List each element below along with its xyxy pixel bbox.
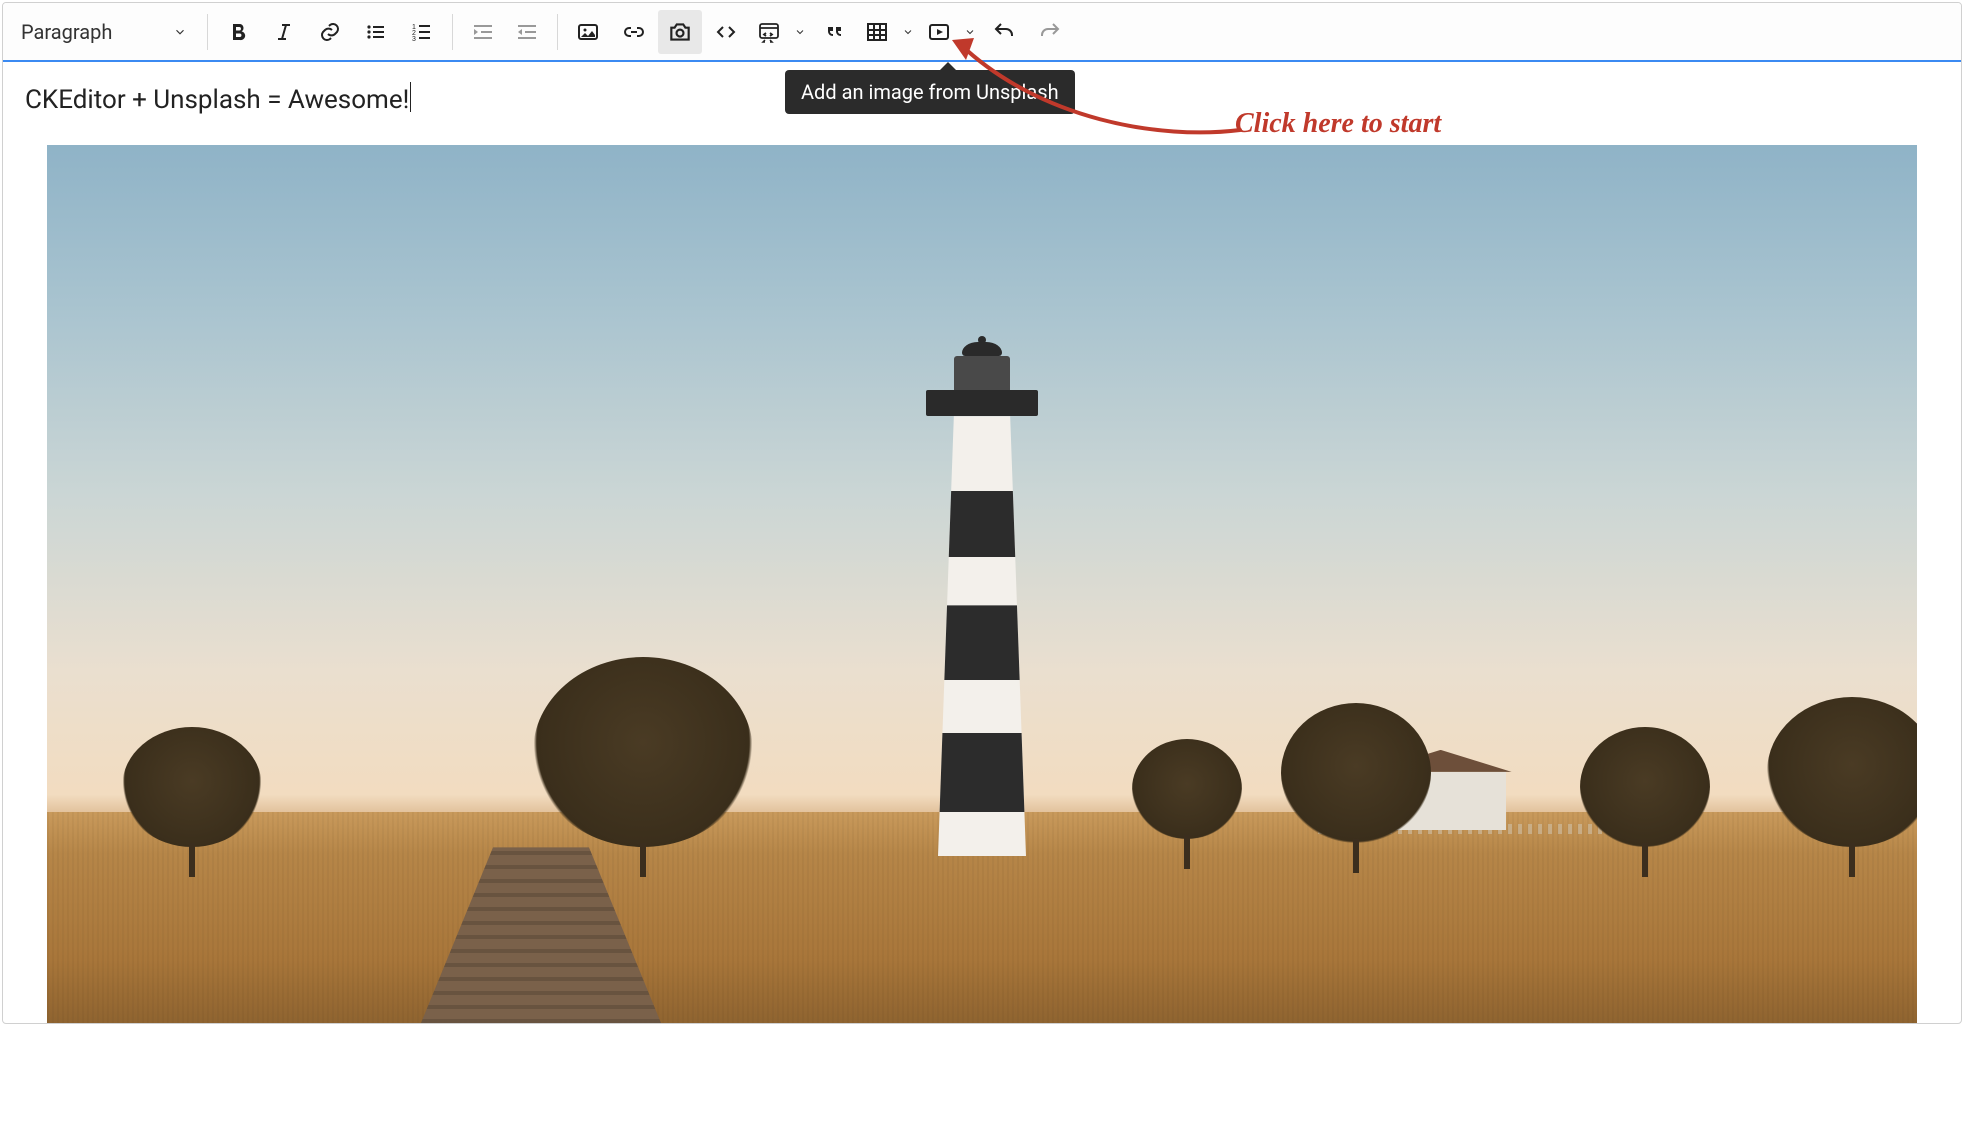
annotation-text: Click here to start: [1235, 108, 1441, 140]
decrease-indent-button[interactable]: [505, 10, 549, 54]
text-caret: [410, 82, 411, 112]
chevron-down-icon: [794, 26, 806, 38]
redo-icon: [1038, 20, 1062, 44]
image-tree: [122, 727, 262, 847]
code-angle-icon: [714, 20, 738, 44]
numbered-list-button[interactable]: 123: [400, 10, 444, 54]
image-icon: [576, 20, 600, 44]
insert-table-dropdown[interactable]: [898, 10, 918, 54]
italic-button[interactable]: [262, 10, 306, 54]
italic-icon: [272, 20, 296, 44]
undo-button[interactable]: [982, 10, 1026, 54]
tooltip-text: Add an image from Unsplash: [785, 70, 1075, 114]
chevron-down-icon: [902, 26, 914, 38]
image-tree: [1281, 703, 1431, 843]
bulleted-list-button[interactable]: [354, 10, 398, 54]
bold-button[interactable]: [216, 10, 260, 54]
increase-indent-button[interactable]: [461, 10, 505, 54]
image-tree: [1767, 697, 1917, 847]
blockquote-button[interactable]: [812, 10, 856, 54]
numbered-list-icon: 123: [410, 20, 434, 44]
content-line[interactable]: CKEditor + Unsplash = Awesome!: [25, 85, 409, 115]
svg-text:3: 3: [412, 36, 416, 43]
indent-decrease-icon: [515, 20, 539, 44]
code-block-icon: [757, 20, 781, 44]
editor-frame: Paragraph 123: [2, 2, 1962, 1024]
image-tree: [1580, 727, 1710, 847]
link-button[interactable]: [308, 10, 352, 54]
image-tree: [533, 657, 753, 847]
tooltip: Add an image from Unsplash: [785, 70, 1075, 114]
bulleted-list-icon: [364, 20, 388, 44]
insert-table-button[interactable]: [858, 10, 896, 54]
code-block-button[interactable]: [750, 10, 788, 54]
editor-content[interactable]: CKEditor + Unsplash = Awesome!: [3, 60, 1961, 1023]
link-icon: [318, 20, 342, 44]
html-embed-button[interactable]: [704, 10, 748, 54]
unsplash-image-button[interactable]: [658, 10, 702, 54]
toolbar: Paragraph 123: [3, 3, 1961, 61]
indent-increase-icon: [471, 20, 495, 44]
chevron-down-icon: [173, 20, 187, 44]
camera-icon: [667, 19, 693, 45]
media-icon: [927, 20, 951, 44]
redo-button[interactable]: [1028, 10, 1072, 54]
block-style-label: Paragraph: [21, 20, 112, 44]
code-block-dropdown[interactable]: [790, 10, 810, 54]
toolbar-separator: [557, 14, 558, 50]
bold-icon: [226, 20, 250, 44]
image-tree: [1132, 739, 1242, 839]
image-lighthouse: [938, 336, 1026, 856]
quote-icon: [822, 20, 846, 44]
chain-link-icon: [622, 20, 646, 44]
insert-media-button[interactable]: [920, 10, 958, 54]
table-icon: [865, 20, 889, 44]
insert-image-button[interactable]: [566, 10, 610, 54]
chevron-down-icon: [964, 26, 976, 38]
block-style-dropdown[interactable]: Paragraph: [9, 12, 199, 52]
insert-link-inline-button[interactable]: [612, 10, 656, 54]
undo-icon: [992, 20, 1016, 44]
insert-media-dropdown[interactable]: [960, 10, 980, 54]
toolbar-separator: [452, 14, 453, 50]
inserted-image[interactable]: [47, 145, 1917, 1023]
toolbar-separator: [207, 14, 208, 50]
